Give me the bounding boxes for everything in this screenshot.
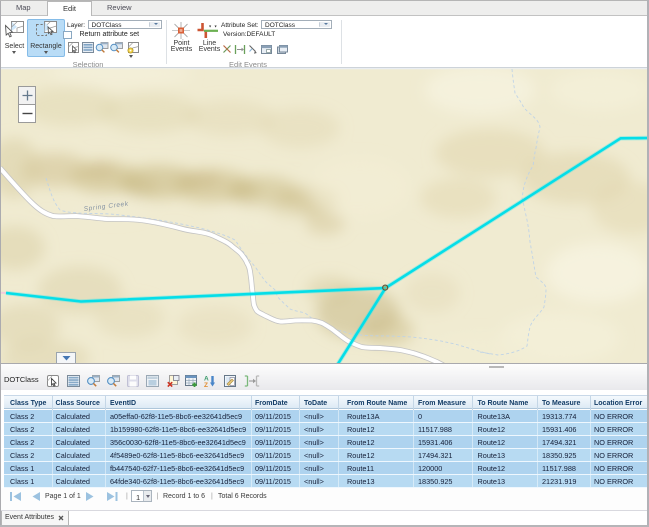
svg-text:Z: Z bbox=[204, 382, 208, 388]
